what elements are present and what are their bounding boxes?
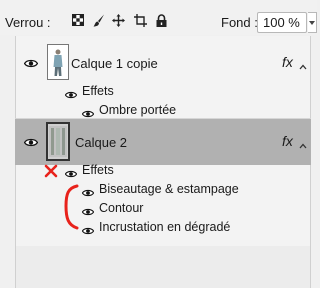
lock-transparent-pixels-icon[interactable] [72,14,84,29]
lock-image-pixels-icon[interactable] [93,14,105,30]
effect-label: Ombre portée [99,103,177,117]
visibility-eye-icon[interactable] [81,186,95,200]
effect-item[interactable]: Incrustation en dégradé [15,220,311,240]
layer-row-selected[interactable]: Calque 2 fx [15,119,311,165]
layer-row[interactable]: Calque 1 copie fx [15,40,311,86]
visibility-eye-icon[interactable] [64,167,78,181]
layer-name[interactable]: Calque 1 copie [71,56,158,71]
collapse-caret-icon[interactable] [299,59,307,73]
effects-group[interactable]: Effets [15,163,311,183]
lock-position-icon[interactable] [112,14,125,30]
layers-panel-empty-area [15,246,311,288]
lock-all-icon[interactable] [156,14,167,30]
effects-group[interactable]: Effets [15,84,311,104]
red-bracket-mark [62,184,80,233]
chevron-down-icon[interactable] [308,12,317,33]
red-cross-mark [44,164,58,181]
visibility-eye-icon[interactable] [81,205,95,219]
visibility-eye-icon[interactable] [23,57,39,71]
layers-toolbar: Verrou : Fond : 100 % [0,0,317,35]
effect-label: Contour [99,201,144,215]
visibility-eye-icon[interactable] [64,88,78,102]
layer-thumbnail [47,44,69,80]
effects-label: Effets [82,163,114,177]
fx-icon[interactable]: fx [282,133,293,149]
effect-item[interactable]: Contour [15,201,311,221]
effect-label: Incrustation en dégradé [99,220,231,234]
effect-label: Biseautage & estampage [99,182,239,196]
fx-icon[interactable]: fx [282,54,293,70]
layer-name[interactable]: Calque 2 [75,135,127,150]
visibility-eye-icon[interactable] [23,136,39,150]
fill-opacity-input[interactable]: 100 % [257,12,307,33]
lock-label: Verrou : [5,15,51,30]
collapse-caret-icon[interactable] [299,138,307,152]
effects-label: Effets [82,84,114,98]
fill-label: Fond : [221,15,258,30]
effect-item[interactable]: Biseautage & estampage [15,182,311,202]
visibility-eye-icon[interactable] [81,224,95,238]
layer-thumbnail [46,122,70,161]
lock-artboard-icon[interactable] [134,14,147,30]
